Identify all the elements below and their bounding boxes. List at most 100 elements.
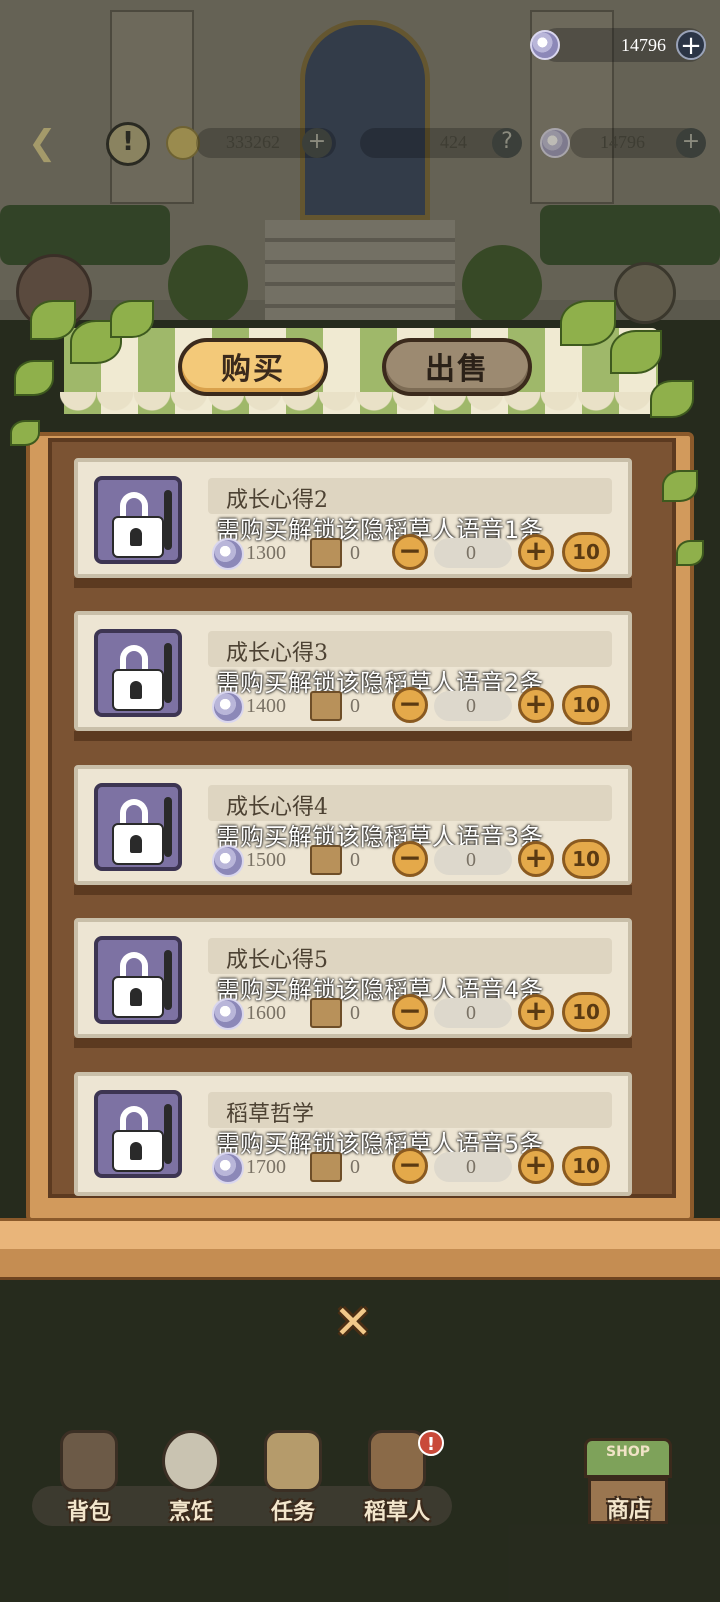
keyhole (130, 681, 142, 699)
increase-quantity-button[interactable]: + (518, 841, 554, 877)
box-icon (310, 538, 342, 568)
box-icon (310, 691, 342, 721)
item-price: 1300 (246, 542, 286, 564)
shop-item: 成长心得2 需购买解锁该隐稻草人语音1条 1300 0 − 0 + 10 (74, 458, 632, 588)
nav-label: 背包 (66, 1500, 111, 1525)
add-currency-button-dim[interactable]: + (676, 128, 706, 158)
decrease-quantity-button[interactable]: − (392, 534, 428, 570)
keyhole (130, 835, 142, 853)
add-gold-button[interactable]: + (302, 128, 332, 158)
tab-buy[interactable]: 购买 (178, 338, 328, 396)
decrease-quantity-button[interactable]: − (392, 841, 428, 877)
locked-voice-thumb (94, 476, 182, 564)
locked-voice-thumb (94, 783, 182, 871)
warning-icon[interactable]: ! (106, 122, 150, 166)
item-price: 1500 (246, 849, 286, 871)
increase-quantity-button[interactable]: + (518, 534, 554, 570)
vine-leaf-icon (650, 380, 694, 418)
nav-backpack[interactable]: 背包 (44, 1430, 134, 1530)
quest-icon (264, 1430, 322, 1492)
add-ten-button[interactable]: 10 (562, 992, 610, 1032)
silver-coin-icon (212, 845, 244, 877)
nav-quest[interactable]: 任务 (248, 1430, 338, 1530)
decrease-quantity-button[interactable]: − (392, 994, 428, 1030)
shop-button[interactable]: SHOP 商店 (574, 1438, 684, 1538)
shop-item: 稻草哲学 需购买解锁该隐稻草人语音5条 1700 0 − 0 + 10 (74, 1072, 632, 1196)
back-arrow-icon[interactable]: ❮ (28, 126, 74, 160)
item-price: 1600 (246, 1002, 286, 1024)
silver-coin-icon (212, 1152, 244, 1184)
shop-item: 成长心得4 需购买解锁该隐稻草人语音3条 1500 0 − 0 + 10 (74, 765, 632, 895)
locked-voice-thumb (94, 629, 182, 717)
item-owned-count: 0 (350, 1156, 360, 1178)
vine-leaf-icon (676, 540, 704, 566)
tab-sell[interactable]: 出售 (382, 338, 532, 396)
scarecrow-stick-icon (164, 797, 172, 857)
silver-coin-icon (212, 691, 244, 723)
item-quantity: 0 (466, 695, 476, 717)
increase-quantity-button[interactable]: + (518, 1148, 554, 1184)
notification-badge: ! (418, 1430, 444, 1456)
item-quantity: 0 (466, 542, 476, 564)
locked-voice-thumb (94, 1090, 182, 1178)
item-owned-count: 0 (350, 695, 360, 717)
item-price: 1400 (246, 695, 286, 717)
shelf-board (74, 885, 632, 895)
shelf-board (74, 578, 632, 588)
increase-quantity-button[interactable]: + (518, 994, 554, 1030)
vine-leaf-icon (30, 300, 76, 340)
hud-currency-amount: 14796 (600, 132, 645, 152)
gem-amount: 424 (440, 132, 467, 152)
increase-quantity-button[interactable]: + (518, 687, 554, 723)
backpack-icon (60, 1430, 118, 1492)
add-currency-button[interactable]: + (676, 30, 706, 60)
help-button[interactable]: ? (492, 128, 522, 158)
item-quantity: 0 (466, 849, 476, 871)
gold-amount: 333262 (226, 132, 280, 152)
item-owned-count: 0 (350, 849, 360, 871)
box-icon (310, 845, 342, 875)
silver-coin-icon (212, 998, 244, 1030)
add-ten-button[interactable]: 10 (562, 685, 610, 725)
locked-voice-thumb (94, 936, 182, 1024)
item-owned-count: 0 (350, 542, 360, 564)
timer-icon[interactable] (614, 262, 676, 324)
vine-leaf-icon (610, 330, 662, 374)
scarecrow-stick-icon (164, 1104, 172, 1164)
decrease-quantity-button[interactable]: − (392, 1148, 428, 1184)
keyhole (130, 988, 142, 1006)
top-currency-bar: 14796 + (530, 28, 706, 62)
add-ten-button[interactable]: 10 (562, 532, 610, 572)
vine-leaf-icon (14, 360, 54, 396)
add-ten-button[interactable]: 10 (562, 1146, 610, 1186)
vine-leaf-icon (10, 420, 40, 446)
shelf-board (74, 1038, 632, 1048)
awning-scallop (60, 392, 660, 432)
cooking-icon (162, 1430, 220, 1492)
scarecrow-stick-icon (164, 950, 172, 1010)
box-icon (310, 998, 342, 1028)
shop-roof-label: SHOP (606, 1444, 650, 1460)
decrease-quantity-button[interactable]: − (392, 687, 428, 723)
nav-cooking[interactable]: 烹饪 (146, 1430, 236, 1530)
keyhole (130, 1142, 142, 1160)
nav-label: 烹饪 (168, 1500, 213, 1525)
nav-label: 任务 (270, 1500, 315, 1525)
scarecrow-stick-icon (164, 490, 172, 550)
item-owned-count: 0 (350, 1002, 360, 1024)
add-ten-button[interactable]: 10 (562, 839, 610, 879)
shop-label: 商店 (606, 1498, 651, 1523)
nav-label: 稻草人 (363, 1500, 430, 1525)
shop-item: 成长心得3 需购买解锁该隐稻草人语音2条 1400 0 − 0 + 10 (74, 611, 632, 741)
item-price: 1700 (246, 1156, 286, 1178)
close-button[interactable]: ✕ (331, 1299, 375, 1345)
scarecrow-stick-icon (164, 643, 172, 703)
silver-coin-icon (540, 128, 570, 158)
hud-row: ❮ ! 333262 + 424 ? 14796 + (0, 120, 720, 166)
gold-coin-icon (166, 126, 200, 160)
vine-leaf-icon (110, 300, 154, 338)
keyhole (130, 528, 142, 546)
window-sill (0, 1218, 720, 1280)
shop-item: 成长心得5 需购买解锁该隐稻草人语音4条 1600 0 − 0 + 10 (74, 918, 632, 1048)
top-currency-amount: 14796 (621, 35, 666, 55)
